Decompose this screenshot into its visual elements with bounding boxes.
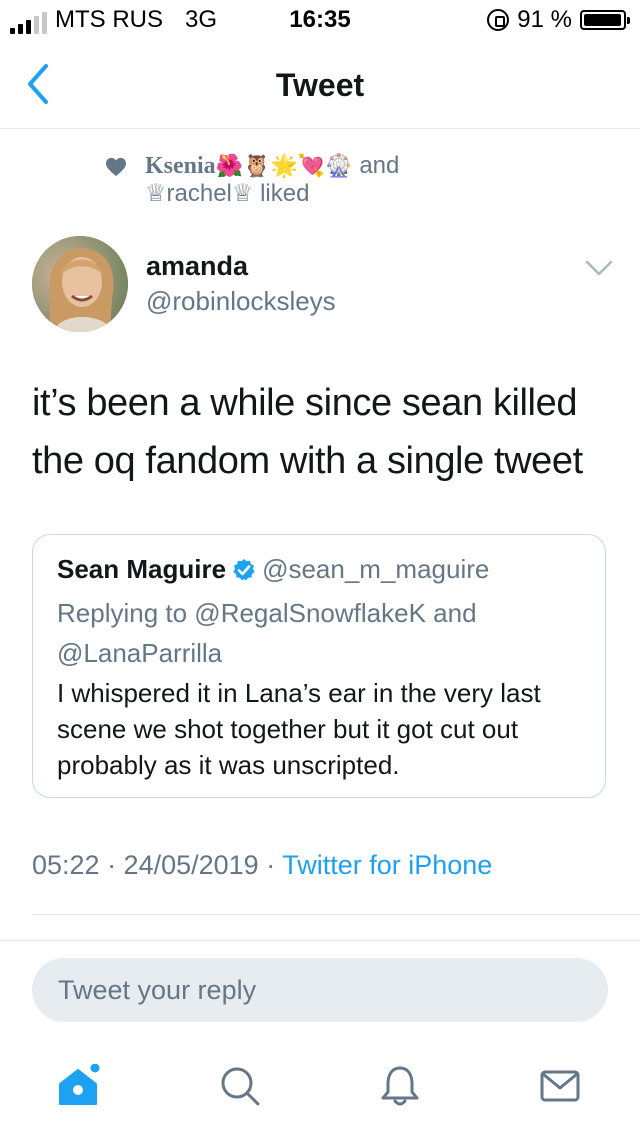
tab-messages[interactable] xyxy=(538,1064,582,1108)
quoted-tweet-text: I whispered it in Lana’s ear in the very… xyxy=(57,678,541,780)
liker-name-2[interactable]: ♕rachel♕ xyxy=(145,180,253,207)
quoted-tweet-header: Sean Maguire @sean_m_maguire xyxy=(57,553,597,585)
replying-to: Replying to @RegalSnowflakeK and @LanaPa… xyxy=(57,598,477,668)
search-icon xyxy=(221,1067,260,1106)
tab-bar xyxy=(0,1046,640,1136)
divider xyxy=(32,914,640,915)
tweet-options-button[interactable] xyxy=(584,258,614,278)
reply-input[interactable]: Tweet your reply xyxy=(32,958,608,1022)
tab-notifications[interactable] xyxy=(378,1064,422,1108)
page-title: Tweet xyxy=(275,67,365,103)
navigation-bar: Tweet xyxy=(0,40,640,129)
chevron-down-icon xyxy=(585,260,613,276)
tweet-timestamp: 05:22 · 24/05/2019 · xyxy=(32,850,276,880)
home-icon xyxy=(59,1063,100,1105)
divider xyxy=(0,940,640,941)
liker-name-1-emojis: 🌺🦉🌟💘🎡 xyxy=(215,153,353,178)
messages-icon xyxy=(540,1070,580,1102)
tab-search[interactable] xyxy=(218,1064,262,1108)
author-handle[interactable]: @robinlocksleys xyxy=(146,285,336,317)
liked-text: liked xyxy=(260,180,310,207)
tweet-source-link[interactable]: Twitter for iPhone xyxy=(282,850,492,880)
battery-icon xyxy=(580,10,630,30)
liked-by-text: Ksenia🌺🦉🌟💘🎡 and ♕rachel♕ liked xyxy=(145,152,605,208)
and-text: and xyxy=(359,152,400,179)
quoted-tweet[interactable]: Sean Maguire @sean_m_maguire Replying to… xyxy=(32,534,606,798)
liker-name-1[interactable]: Ksenia xyxy=(145,153,216,179)
verified-badge-icon xyxy=(233,559,255,581)
author-display-name[interactable]: amanda xyxy=(146,250,248,282)
battery-percent: 91 % xyxy=(517,6,572,33)
quoted-author-name: Sean Maguire xyxy=(57,554,227,584)
tweet-text: it’s been a while since sean killed the … xyxy=(32,382,583,482)
tweet-meta: 05:22 · 24/05/2019 · Twitter for iPhone xyxy=(32,848,492,882)
avatar-photo xyxy=(32,236,128,332)
status-bar: MTS RUS 3G 16:35 91 % xyxy=(0,0,640,40)
status-right: 91 % xyxy=(487,6,630,34)
notifications-icon xyxy=(381,1066,419,1106)
heart-icon xyxy=(106,157,126,177)
rotation-lock-icon xyxy=(487,9,510,31)
tab-home[interactable] xyxy=(56,1063,100,1108)
quoted-author-handle: @sean_m_maguire xyxy=(262,554,490,584)
avatar[interactable] xyxy=(32,236,128,332)
